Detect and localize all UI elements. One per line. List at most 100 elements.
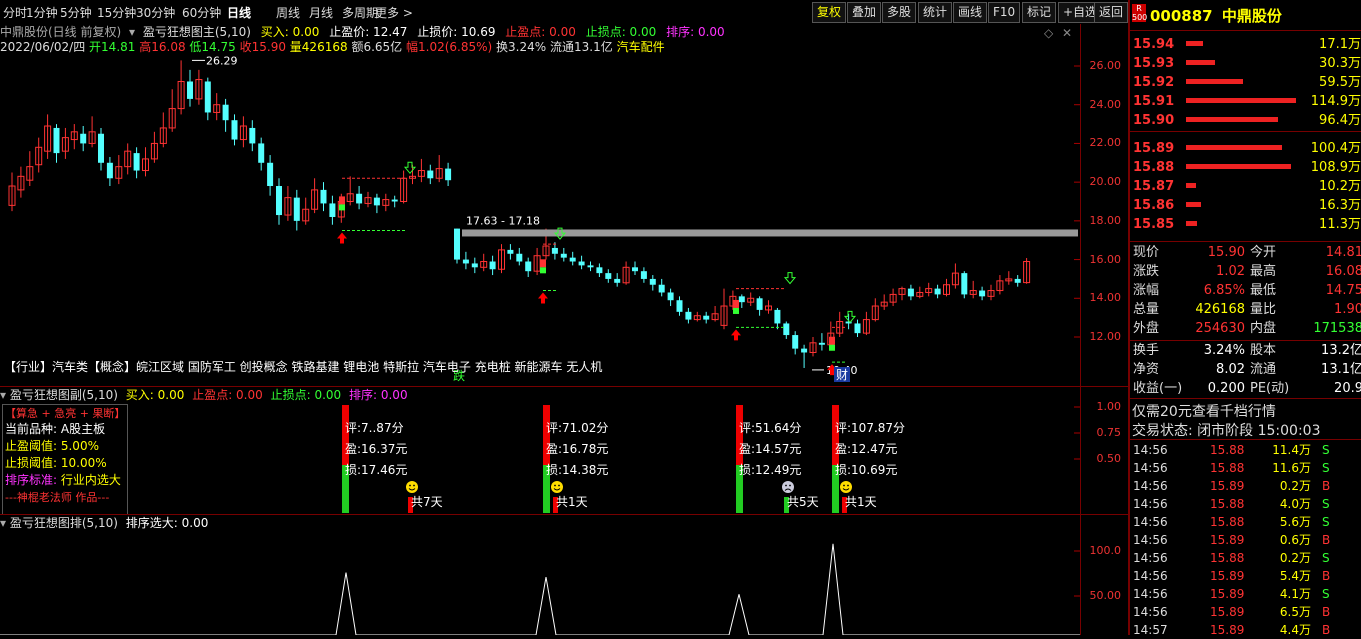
tick-volume: 0.2万 (1279, 479, 1311, 493)
book-price: 15.88 (1133, 160, 1175, 175)
sell-arrow-icon (843, 310, 857, 324)
period-tab-2[interactable]: 5分钟 (60, 4, 92, 21)
candle-body-down (1014, 278, 1021, 283)
candle-body-down (293, 197, 300, 221)
period-tab-8[interactable]: 月线 (309, 4, 333, 21)
period-tab-5[interactable]: 60分钟 (182, 4, 221, 21)
quote-value: 14.81 (1325, 245, 1361, 260)
stock-code-name: 000887 中鼎股份 (1150, 5, 1282, 26)
info-line: 排序标准: 行业内选大 (3, 472, 127, 489)
toolbar-button-4[interactable]: 画线 (953, 2, 988, 23)
candle-body-down (249, 127, 256, 144)
toolbar-button-1[interactable]: 叠加 (847, 2, 882, 23)
tick-time: 14:56 (1133, 461, 1168, 475)
candle-body-down (507, 249, 514, 254)
quote-key: 最高 (1250, 264, 1277, 279)
quote-key: 涨跌 (1133, 264, 1160, 279)
candle-body-down (462, 259, 469, 264)
info-value: 行业内选大 (57, 473, 121, 487)
signal-tp: 盈:14.57元 (739, 442, 801, 456)
period-tab-1[interactable]: 1分钟 (26, 4, 58, 21)
signal-marker (829, 344, 835, 351)
fin-key: 股本 (1250, 343, 1277, 358)
tick-row: 14:56 15.88 11.4万 S (1130, 441, 1361, 459)
period-tab-6[interactable]: 日线 (227, 4, 251, 21)
period-tab-10[interactable]: 更多 > (375, 4, 413, 21)
book-volume-bar (1186, 60, 1215, 65)
signal-marker (733, 299, 739, 308)
sub1-panel[interactable]: ▾ 盈亏狂想图副(5,10) 买入: 0.00 止盈点: 0.00 止损点: 0… (0, 387, 1128, 514)
period-tab-7[interactable]: 周线 (276, 4, 300, 21)
band-label: 17.63 - 17.18 (466, 214, 540, 227)
period-tab-9[interactable]: 多周期 (342, 4, 378, 21)
toolbar-button-3[interactable]: 统计 (918, 2, 953, 23)
kline-canvas[interactable]: 17.63 - 17.1826.2910.40跌财 (0, 24, 1080, 386)
candle-body-down (685, 311, 692, 320)
candle-body-down (703, 315, 710, 320)
book-volume-bar (1186, 79, 1244, 84)
concept-tags: 【行业】汽车类【概念】皖江区域 国防军工 创投概念 铁路基建 锂电池 特斯拉 汽… (4, 360, 603, 374)
candle-body-down (934, 288, 941, 295)
promo-link[interactable]: 仅需20元查看千档行情 (1132, 401, 1276, 421)
tick-side: S (1322, 497, 1330, 511)
toolbar-button-8[interactable]: 返回 (1094, 2, 1129, 23)
candle-body-down (276, 186, 282, 216)
candle-body-down (133, 153, 140, 171)
tick-volume: 5.4万 (1279, 569, 1311, 583)
signal-bar-red (543, 405, 550, 465)
stock-name: 中鼎股份 (1221, 7, 1282, 25)
signal-score: 评:51.64分 (739, 421, 801, 435)
badge-icon: R 500 (1132, 4, 1148, 22)
info-line: 当前品种: A股主板 (3, 421, 127, 438)
book-price: 15.86 (1133, 198, 1175, 213)
main-kline-panel[interactable]: 中鼎股份(日线 前复权) ▾ 盈亏狂想图主(5,10) 买入: 0.00 止盈价… (0, 24, 1128, 386)
info-value: 10.00% (57, 456, 107, 470)
toolbar-button-6[interactable]: 标记 (1022, 2, 1057, 23)
quote-row: 涨跌 1.02 最高 16.08 (1130, 263, 1361, 281)
period-tab-3[interactable]: 15分钟 (97, 4, 136, 21)
sad-face-icon (782, 481, 794, 493)
toolbar-button-0[interactable]: 复权 (812, 2, 847, 23)
quote-value: 15.90 (1207, 245, 1245, 260)
quote-key: 内盘 (1250, 321, 1277, 336)
toolbar-button-5[interactable]: F10 (988, 2, 1021, 23)
strategy-info-box: 【算急 + 急亮 + 果断】 当前品种: A股主板 止盈阈值: 5.00% 止损阈值… (2, 404, 128, 516)
sub2-canvas[interactable] (0, 515, 1080, 635)
candle-body-down (676, 300, 683, 312)
buy-arrow-icon (731, 329, 741, 341)
signal-bar-red (342, 405, 349, 465)
candle-body-down (640, 271, 647, 279)
tick-row: 14:56 15.89 4.1万 S (1130, 585, 1361, 603)
period-tab-4[interactable]: 30分钟 (136, 4, 175, 21)
tick-price: 15.89 (1210, 605, 1245, 619)
signal-bar-red (736, 405, 743, 465)
smile-face-icon (406, 481, 418, 493)
signal-marker (733, 307, 739, 314)
info-key: 止盈阈值: (5, 439, 58, 453)
sub1-canvas[interactable]: 评:7..87分盈:16.37元损:17.46元共7天 评:71.02分盈:16.… (0, 387, 1080, 514)
tick-row: 14:56 15.88 5.6万 S (1130, 513, 1361, 531)
tick-row: 14:56 15.88 11.6万 S (1130, 459, 1361, 477)
signal-sl: 损:10.69元 (835, 463, 897, 477)
sub1-tick: 0.75 (1096, 426, 1122, 439)
book-price: 15.87 (1133, 179, 1175, 194)
tick-price: 15.89 (1210, 587, 1245, 601)
fin-key: 净资 (1133, 362, 1160, 377)
sub2-panel[interactable]: ▾ 盈亏狂想图排(5,10) 排序选大: 0.00 100.0 50.00 (0, 515, 1128, 635)
book-volume: 96.4万 (1319, 113, 1361, 128)
signal-score: 评:71.02分 (546, 421, 608, 435)
fin-value: 13.2亿 (1321, 343, 1361, 358)
book-price: 15.94 (1133, 37, 1175, 52)
book-volume-bar (1186, 202, 1202, 207)
book-volume: 108.9万 (1310, 160, 1361, 175)
period-tab-0[interactable]: 分时 (3, 4, 27, 21)
candle-body-down (756, 298, 763, 310)
tick-volume: 11.4万 (1272, 443, 1311, 457)
candle-body-down (605, 273, 612, 279)
signal-marker (339, 204, 345, 211)
book-volume-bar (1186, 221, 1197, 226)
toolbar-button-2[interactable]: 多股 (882, 2, 917, 23)
candle-body-down (907, 288, 914, 297)
signal-days: 共1天 (845, 495, 877, 509)
ask-row: 15.91 114.9万 (1130, 93, 1361, 111)
